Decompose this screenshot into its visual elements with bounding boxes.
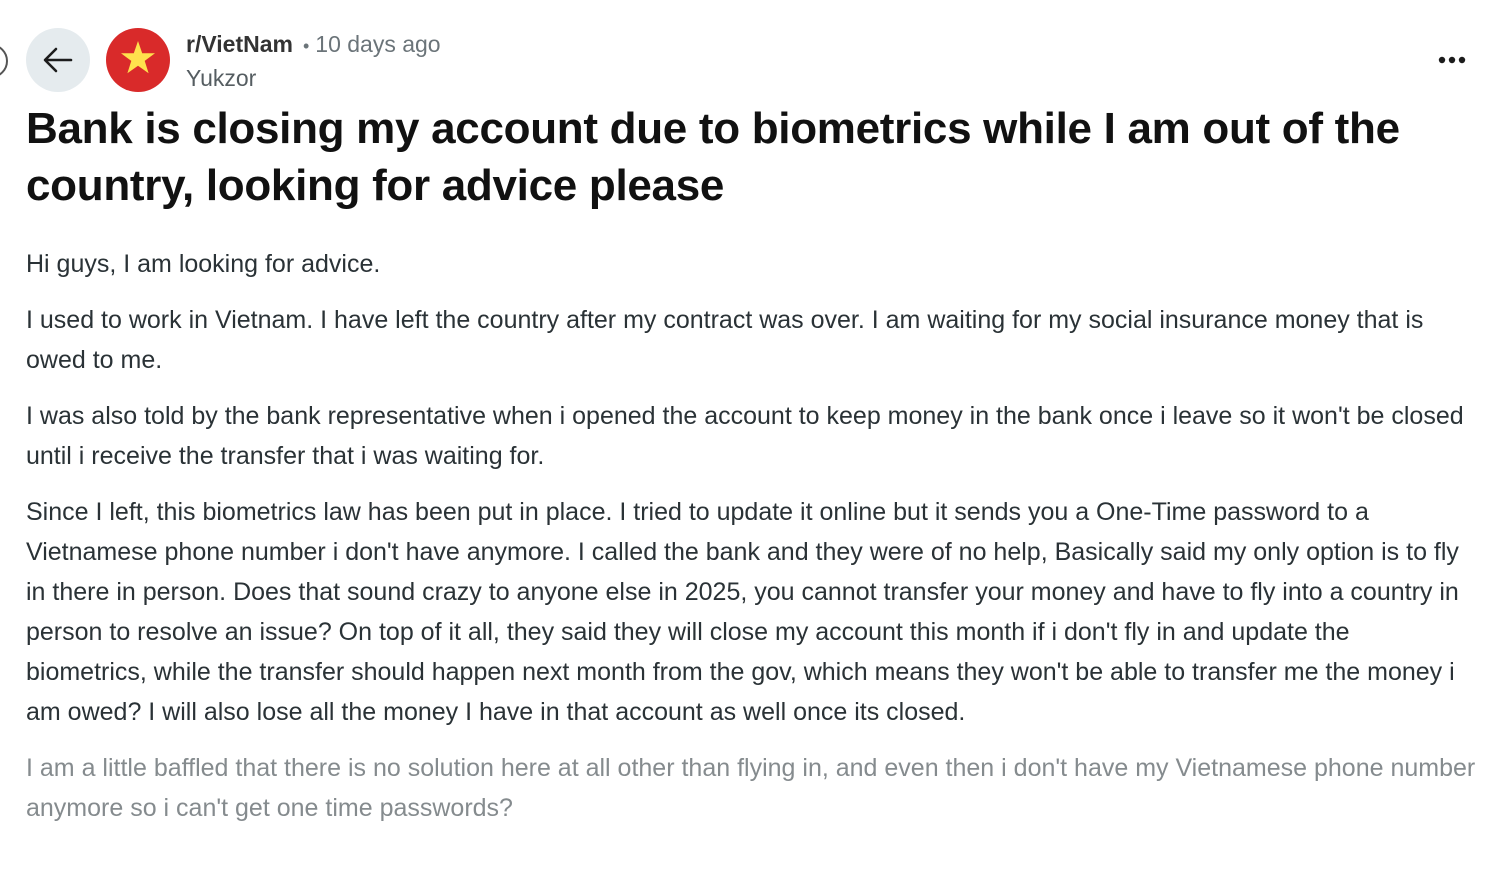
post-paragraph-3: I was also told by the bank representati… [26, 402, 1464, 470]
post-time: 10 days ago [315, 31, 441, 57]
author-link[interactable]: Yukzor [186, 62, 441, 94]
back-button[interactable] [26, 28, 90, 92]
post-paragraph-1: Hi guys, I am looking for advice. [26, 250, 381, 278]
vietnam-flag-star-icon [119, 39, 157, 82]
post-body: Hi guys, I am looking for advice. I used… [26, 244, 1476, 844]
post-meta: r/VietNam • 10 days ago Yukzor [186, 28, 441, 94]
post-title: Bank is closing my account due to biomet… [26, 104, 1400, 210]
more-options-icon [1438, 51, 1466, 69]
more-options-button[interactable] [1432, 44, 1472, 76]
post-paragraph-2: I used to work in Vietnam. I have left t… [26, 306, 1424, 374]
post-paragraph-4: Since I left, this biometrics law has be… [26, 498, 1459, 726]
partial-circle-edge [0, 44, 8, 78]
subreddit-avatar[interactable] [106, 28, 170, 92]
post-paragraph-5: I am a little baffled that there is no s… [26, 754, 1476, 822]
back-arrow-icon [43, 47, 73, 73]
meta-separator: • [302, 36, 310, 56]
subreddit-link[interactable]: r/VietNam [186, 28, 293, 60]
